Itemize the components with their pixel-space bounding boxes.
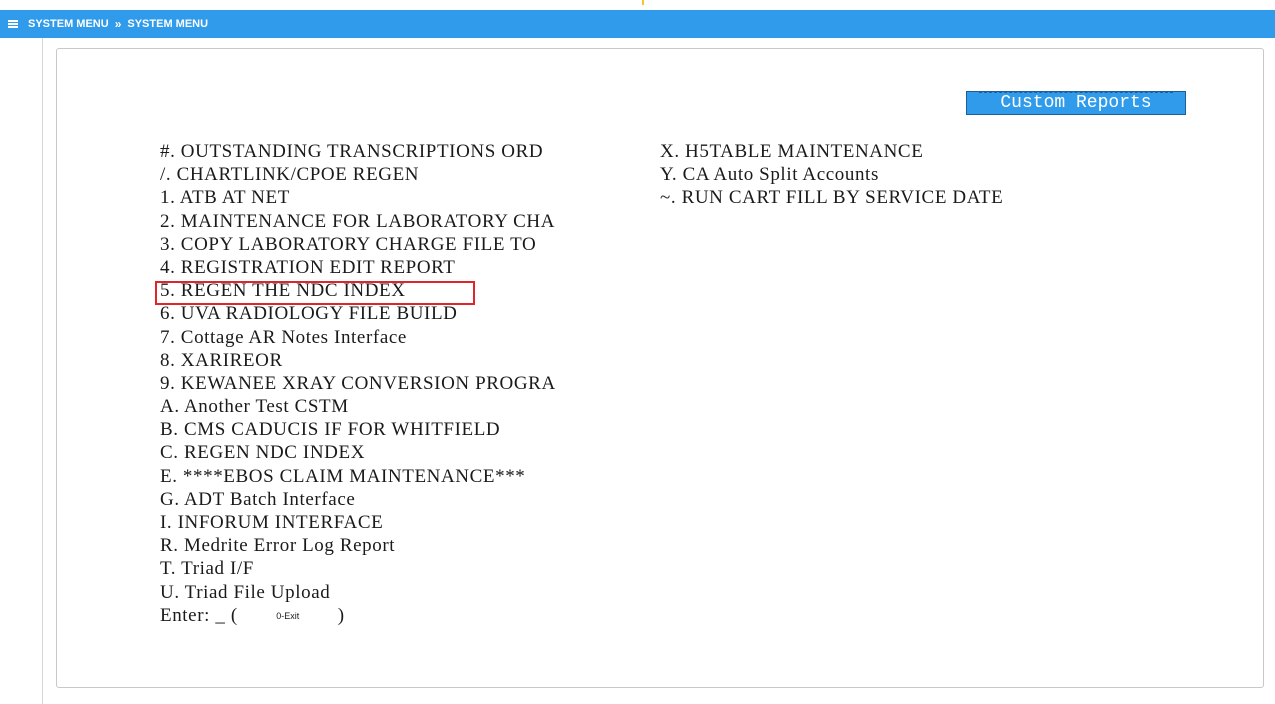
menu-column-1: #. OUTSTANDING TRANSCRIPTIONS ORD /. CHA… bbox=[160, 140, 556, 627]
menu-item[interactable]: 1. ATB AT NET bbox=[160, 186, 556, 209]
menu-item[interactable]: 4. REGISTRATION EDIT REPORT bbox=[160, 256, 556, 279]
menu-item[interactable]: #. OUTSTANDING TRANSCRIPTIONS ORD bbox=[160, 140, 556, 163]
menu-item[interactable]: B. CMS CADUCIS IF FOR WHITFIELD bbox=[160, 418, 556, 441]
top-edge-marker bbox=[642, 0, 644, 5]
breadcrumb-system-menu-2[interactable]: SYSTEM MENU bbox=[127, 18, 208, 30]
menu-item[interactable]: 9. KEWANEE XRAY CONVERSION PROGRA bbox=[160, 372, 556, 395]
breadcrumb-separator: » bbox=[114, 17, 122, 31]
enter-prompt-label: Enter: _ ( bbox=[160, 604, 238, 626]
left-gutter-line bbox=[42, 38, 43, 704]
menu-item[interactable]: ~. RUN CART FILL BY SERVICE DATE bbox=[660, 186, 1003, 209]
menu-item[interactable]: E. ****EBOS CLAIM MAINTENANCE*** bbox=[160, 465, 556, 488]
menu-item[interactable]: Y. CA Auto Split Accounts bbox=[660, 163, 1003, 186]
menu-item[interactable]: 8. XARIREOR bbox=[160, 349, 556, 372]
exit-hint: 0-Exit bbox=[276, 610, 300, 621]
menu-item[interactable]: 2. MAINTENANCE FOR LABORATORY CHA bbox=[160, 210, 556, 233]
menu-item[interactable]: 7. Cottage AR Notes Interface bbox=[160, 326, 556, 349]
breadcrumb-system-menu-1[interactable]: SYSTEM MENU bbox=[28, 18, 109, 30]
menu-item[interactable]: /. CHARTLINK/CPOE REGEN bbox=[160, 163, 556, 186]
hamburger-icon[interactable] bbox=[2, 10, 24, 38]
top-navigation-bar: SYSTEM MENU » SYSTEM MENU bbox=[0, 10, 1275, 38]
menu-item[interactable]: C. REGEN NDC INDEX bbox=[160, 441, 556, 464]
menu-item[interactable]: T. Triad I/F bbox=[160, 557, 556, 580]
menu-item[interactable]: 6. UVA RADIOLOGY FILE BUILD bbox=[160, 302, 556, 325]
menu-item[interactable]: U. Triad File Upload bbox=[160, 581, 556, 604]
menu-item[interactable]: 3. COPY LABORATORY CHARGE FILE TO bbox=[160, 233, 556, 256]
menu-column-2: X. H5TABLE MAINTENANCE Y. CA Auto Split … bbox=[660, 140, 1003, 210]
menu-item-regen-ndc-index[interactable]: 5. REGEN THE NDC INDEX bbox=[160, 279, 556, 302]
menu-item[interactable]: R. Medrite Error Log Report bbox=[160, 534, 556, 557]
menu-item[interactable]: I. INFORUM INTERFACE bbox=[160, 511, 556, 534]
menu-item[interactable]: X. H5TABLE MAINTENANCE bbox=[660, 140, 1003, 163]
custom-reports-title: Custom Reports bbox=[966, 91, 1186, 115]
menu-item[interactable]: G. ADT Batch Interface bbox=[160, 488, 556, 511]
menu-item[interactable]: A. Another Test CSTM bbox=[160, 395, 556, 418]
enter-prompt-close: ) bbox=[337, 604, 345, 626]
report-title-text: Custom Reports bbox=[1000, 93, 1152, 113]
title-dash-line bbox=[979, 92, 1173, 93]
enter-prompt[interactable]: Enter: _ ( 0-Exit) bbox=[160, 604, 556, 627]
